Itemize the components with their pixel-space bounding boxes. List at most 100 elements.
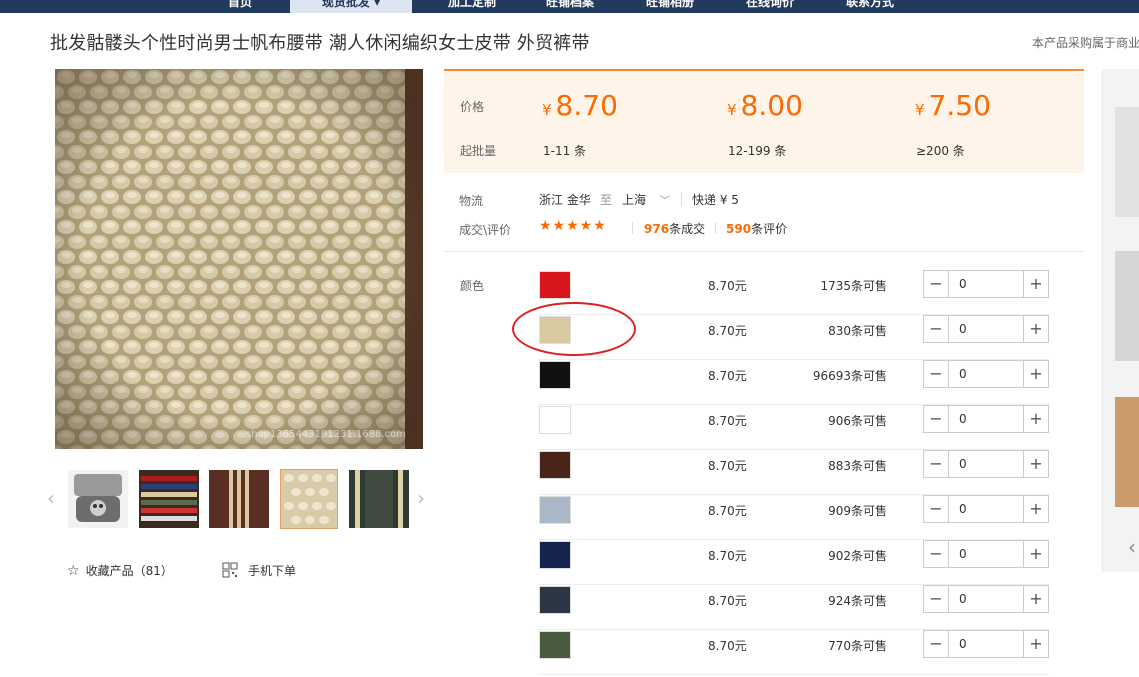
reviews-count: 590 [726,222,752,236]
beige-canvas-thumbnail [281,470,337,528]
price-tier-2-value: 8.00 [740,89,803,122]
recommend-item-2[interactable] [1115,251,1139,361]
moq-tier-3: ≥200 条 [916,144,965,158]
variant-stock: 830条可售 [828,324,887,338]
color-swatch[interactable] [539,406,571,434]
decrement-button[interactable]: − [924,406,949,432]
color-swatch[interactable] [539,496,571,524]
nav-home[interactable]: 首页 [200,0,280,13]
variant-stock: 1735条可售 [820,279,887,293]
currency-symbol: ¥ [915,101,925,119]
decrement-button[interactable]: − [924,271,949,297]
decrement-button[interactable]: − [924,586,949,612]
increment-button[interactable]: + [1023,406,1048,432]
deals-suffix: 条成交 [669,222,706,236]
nav-custom-processing[interactable]: 加工定制 [424,0,520,13]
quantity-stepper: − 0 + [923,270,1049,298]
favorite-button[interactable]: ☆ 收藏产品（81） [67,562,173,579]
thumbnail-1[interactable] [68,470,128,528]
nav-shop-profile[interactable]: 旺铺档案 [525,0,615,13]
mobile-order-button[interactable]: 手机下单 [222,562,296,579]
price-tier-3: ¥7.50 [915,89,991,122]
color-swatch[interactable] [539,451,571,479]
currency-symbol: ¥ [727,101,737,119]
increment-button[interactable]: + [1023,541,1048,567]
quantity-input[interactable]: 0 [959,547,967,561]
color-swatch[interactable] [539,361,571,389]
increment-button[interactable]: + [1023,631,1048,657]
mobile-order-label: 手机下单 [248,564,297,578]
variant-price: 8.70元 [708,549,747,563]
variant-price: 8.70元 [708,279,747,293]
quantity-input[interactable]: 0 [959,367,967,381]
recommend-item-1[interactable] [1115,107,1139,217]
color-swatch[interactable] [539,631,571,659]
brown-stripe-thumbnail [209,470,269,528]
deals-count: 976 [644,222,670,236]
star-outline-icon: ☆ [67,563,80,579]
thumbnail-3[interactable] [209,470,269,528]
variant-price: 8.70元 [708,324,747,338]
decrement-button[interactable]: − [924,541,949,567]
reviews-link[interactable]: 590条评价 [726,220,787,237]
quantity-stepper: − 0 + [923,360,1049,388]
variant-stock: 902条可售 [828,549,887,563]
variant-price: 8.70元 [708,504,747,518]
increment-button[interactable]: + [1023,271,1048,297]
express-fee: 快递 ¥ 5 [692,193,739,207]
chevron-right-icon[interactable]: › [417,488,425,508]
variant-row: 8.70元 909条可售 − 0 + [538,495,1049,540]
quantity-stepper: − 0 + [923,630,1049,658]
color-swatch[interactable] [539,271,571,299]
variant-row: 8.70元 770条可售 − 0 + [538,630,1049,675]
decrement-button[interactable]: − [924,361,949,387]
thumbnail-2[interactable] [139,470,199,528]
nav-shop-album[interactable]: 旺铺相册 [625,0,715,13]
decrement-button[interactable]: − [924,496,949,522]
quantity-input[interactable]: 0 [959,592,967,606]
moq-tier-1: 1-11 条 [543,144,587,158]
quantity-input[interactable]: 0 [959,502,967,516]
quantity-input[interactable]: 0 [959,457,967,471]
nav-inquiry[interactable]: 在线询价 [725,0,815,13]
chevron-down-icon: ﹀ [659,196,670,207]
increment-button[interactable]: + [1023,451,1048,477]
increment-button[interactable]: + [1023,316,1048,342]
main-product-image[interactable] [55,69,423,449]
color-swatch[interactable] [539,586,571,614]
thumbnail-5[interactable] [349,470,409,528]
moq-tier-2: 12-199 条 [728,144,787,158]
quantity-stepper: − 0 + [923,540,1049,568]
deals-link[interactable]: 976条成交 [644,220,705,237]
divider [632,222,633,234]
variant-row: 8.70元 902条可售 − 0 + [538,540,1049,585]
recommend-item-3[interactable] [1115,397,1139,507]
color-swatch[interactable] [539,541,571,569]
nav-contact[interactable]: 联系方式 [825,0,915,13]
increment-button[interactable]: + [1023,361,1048,387]
chevron-left-icon[interactable]: ‹ [47,488,55,508]
chevron-left-icon[interactable]: ‹ [1128,535,1136,559]
quantity-input[interactable]: 0 [959,277,967,291]
price-tier-1-value: 8.70 [555,89,618,122]
ship-to-select[interactable]: 上海 ﹀ [622,191,670,208]
quantity-input[interactable]: 0 [959,637,967,651]
nav-stock-wholesale[interactable]: 现货批发 ▾ [290,0,412,13]
decrement-button[interactable]: − [924,631,949,657]
belt-collection-thumbnail [139,470,199,528]
qr-code-icon [222,562,238,578]
decrement-button[interactable]: − [924,316,949,342]
quantity-input[interactable]: 0 [959,412,967,426]
decrement-button[interactable]: − [924,451,949,477]
belt-buckle-thumbnail [68,470,128,528]
variant-price: 8.70元 [708,459,747,473]
quantity-stepper: − 0 + [923,405,1049,433]
ship-to-word: 至 [600,193,613,207]
favorite-label: 收藏产品（81） [85,564,173,578]
quantity-input[interactable]: 0 [959,322,967,336]
divider [715,222,716,234]
thumbnail-4-selected[interactable] [280,469,338,529]
quantity-stepper: − 0 + [923,585,1049,613]
increment-button[interactable]: + [1023,496,1048,522]
increment-button[interactable]: + [1023,586,1048,612]
